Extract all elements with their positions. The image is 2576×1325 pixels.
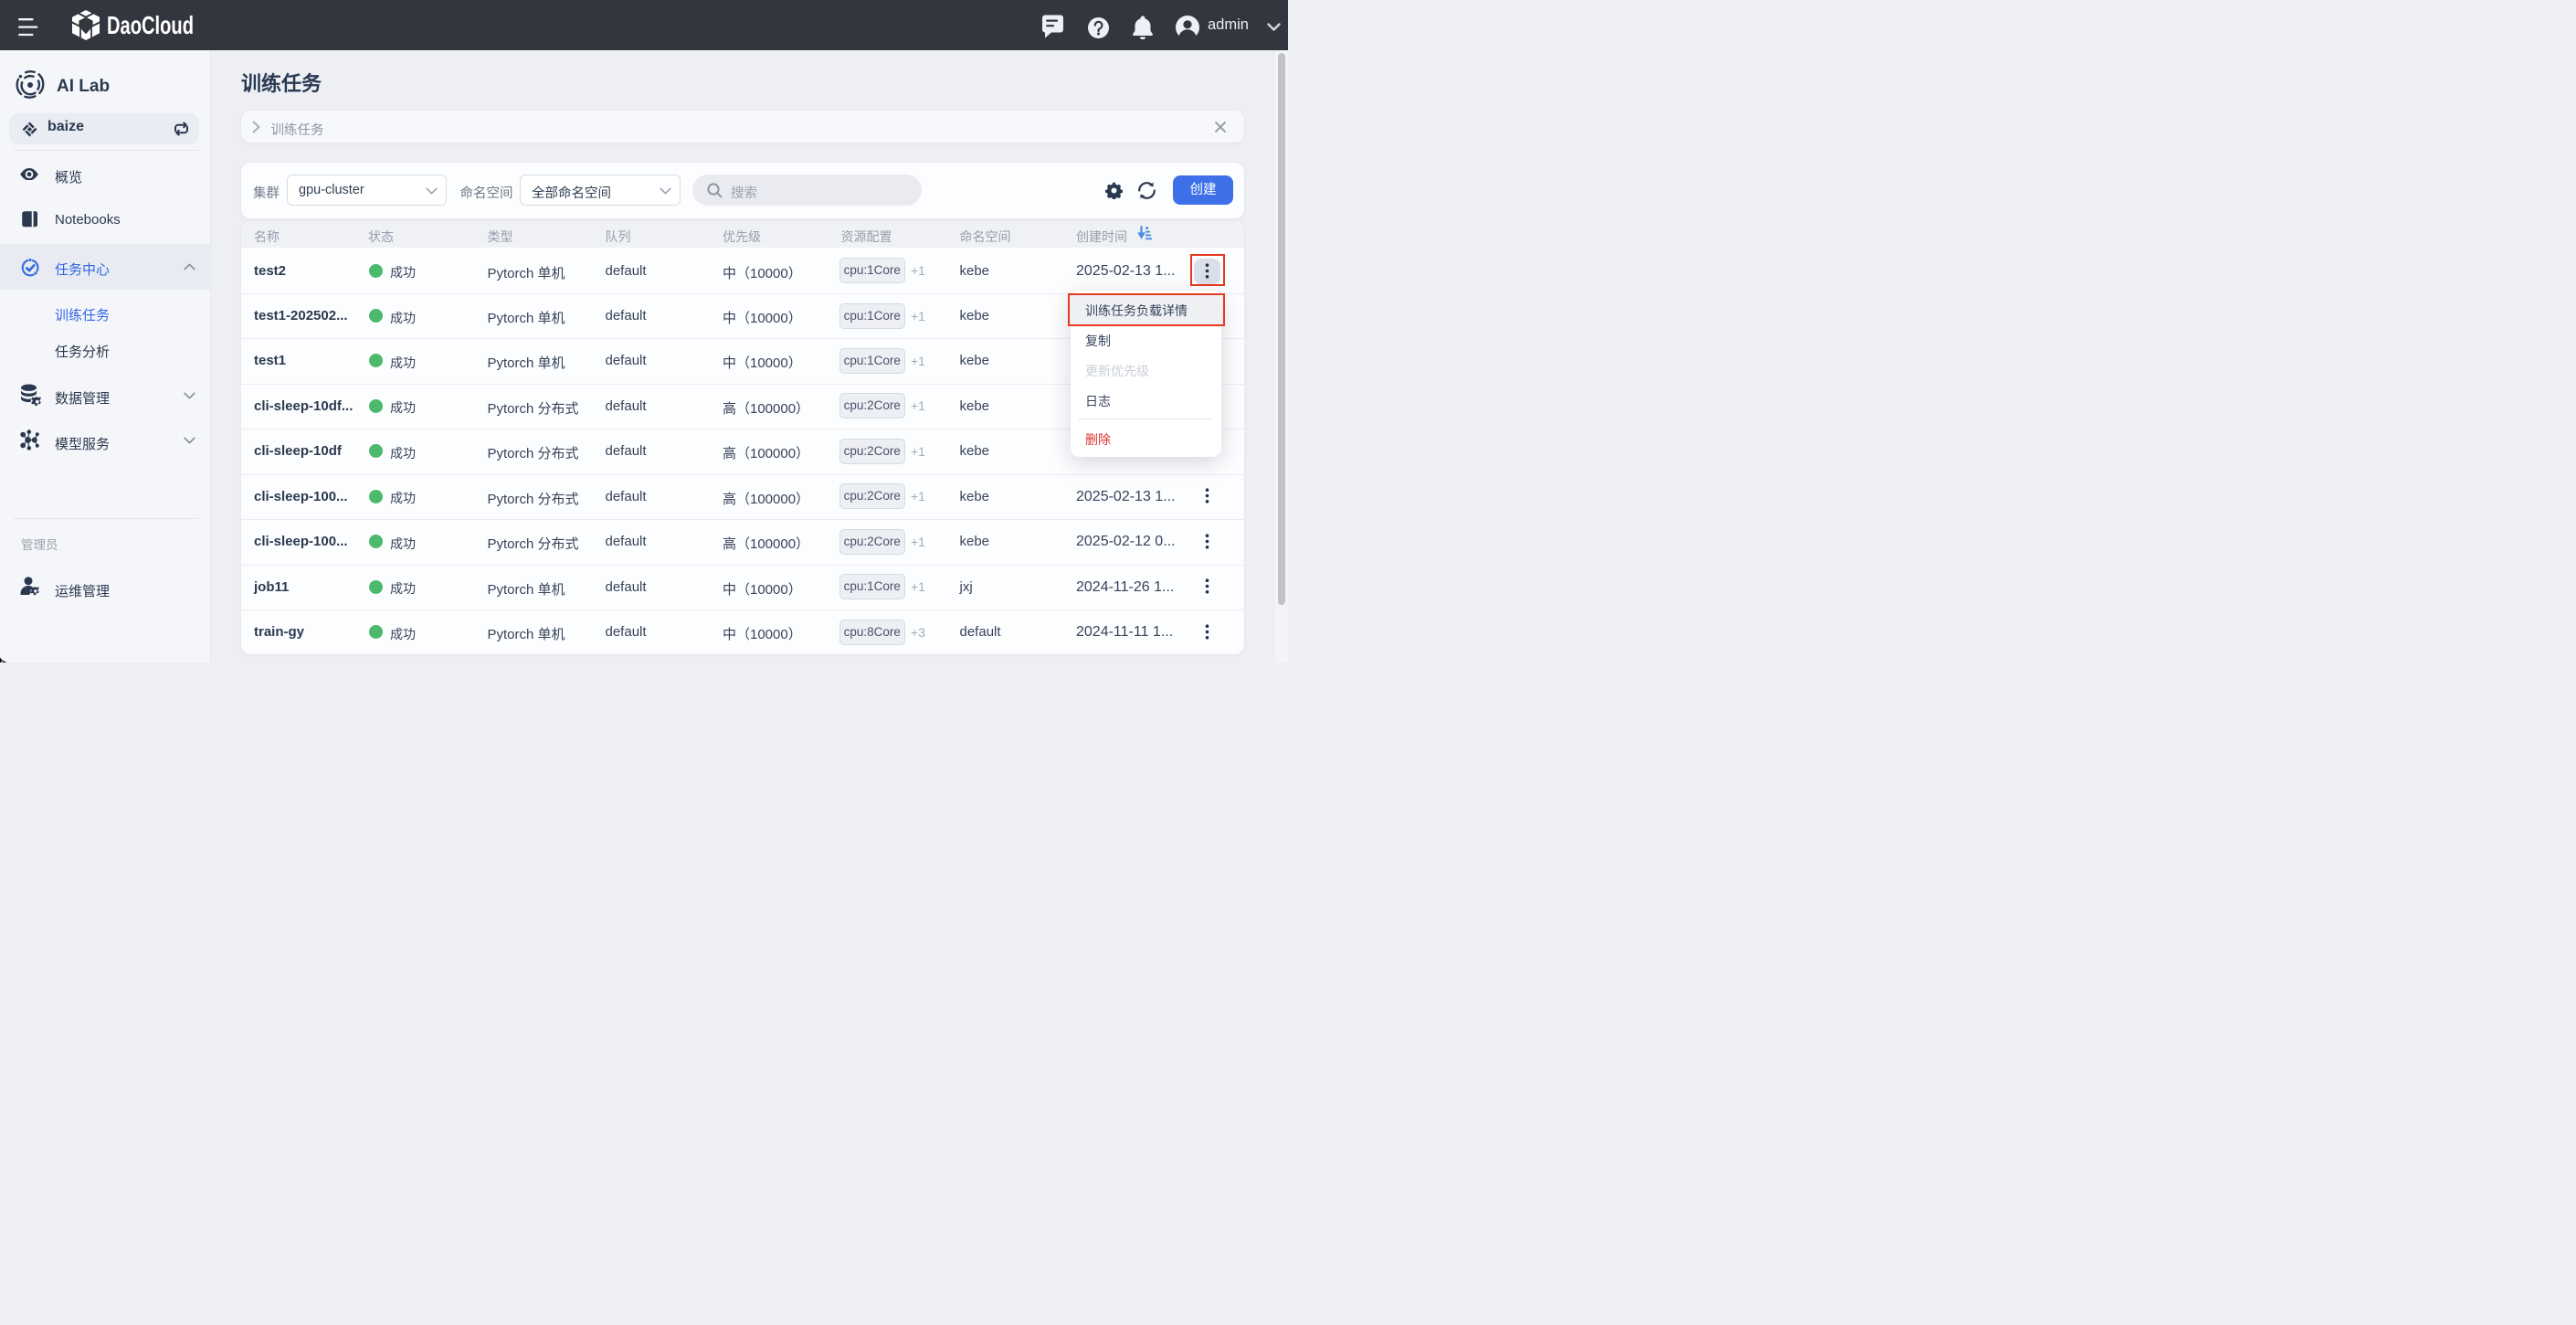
svg-text:DaoCloud: DaoCloud xyxy=(107,11,194,39)
